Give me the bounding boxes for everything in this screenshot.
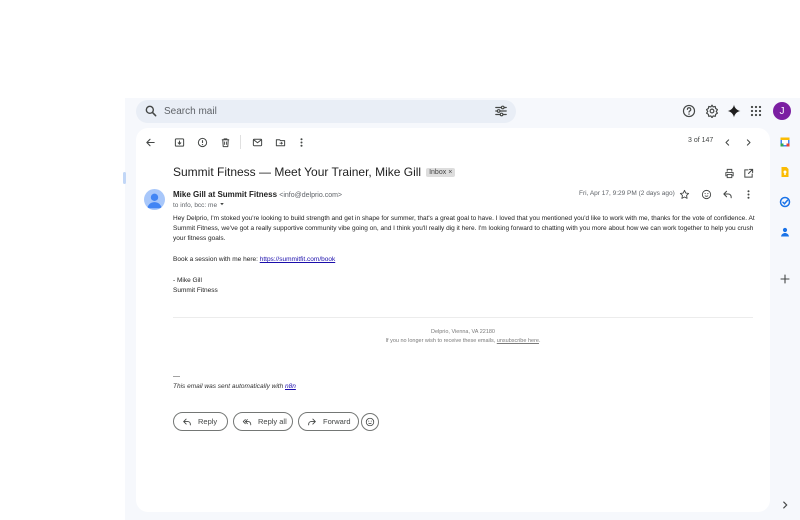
sender-name[interactable]: Mike Gill at Summit Fitness: [173, 190, 277, 199]
expand-panel-chevron-icon[interactable]: [780, 500, 790, 510]
message-more-icon[interactable]: [741, 187, 755, 201]
contacts-icon[interactable]: [779, 226, 791, 238]
toolbar-divider: [240, 135, 241, 149]
add-addon-plus-icon[interactable]: [779, 273, 791, 285]
signature: - Mike Gill Summit Fitness: [173, 276, 755, 296]
apps-grid-icon[interactable]: [748, 103, 764, 119]
more-options-icon[interactable]: [294, 135, 308, 149]
search-input[interactable]: [164, 103, 484, 120]
email-subject: Summit Fitness — Meet Your Trainer, Mike…: [173, 165, 456, 179]
remove-label-icon[interactable]: ×: [448, 169, 452, 176]
forward-button[interactable]: Forward: [298, 412, 359, 431]
sender-line: Mike Gill at Summit Fitness <info@delpri…: [173, 190, 342, 199]
print-icon[interactable]: [722, 166, 736, 180]
reply-button-icon: [183, 418, 191, 425]
move-to-folder-icon[interactable]: [273, 135, 287, 149]
signature-separator: —: [173, 373, 180, 380]
report-spam-icon[interactable]: [195, 135, 209, 149]
reply-button[interactable]: Reply: [173, 412, 228, 431]
star-icon[interactable]: [677, 187, 691, 201]
mark-unread-icon[interactable]: [250, 135, 264, 149]
signature-name: - Mike Gill: [173, 276, 202, 284]
search-bar[interactable]: [136, 100, 516, 123]
search-icon[interactable]: [144, 104, 158, 118]
reply-all-button[interactable]: Reply all: [233, 412, 293, 431]
pagination-count: 3 of 147: [688, 137, 714, 144]
body-paragraph: Hey Delprio, I'm stoked you're looking t…: [173, 215, 755, 243]
recipients-text: to info, bcc: me: [173, 202, 218, 209]
inbox-label-badge[interactable]: Inbox ×: [426, 168, 456, 177]
email-view: 3 of 147 Summit Fitness — Meet Your Trai…: [136, 128, 770, 512]
left-edge-indicator: [123, 172, 126, 184]
search-options-icon[interactable]: [494, 104, 508, 118]
forward-icon: [308, 418, 316, 425]
add-reaction-icon[interactable]: [699, 187, 713, 201]
booking-line: Book a session with me here: https://sum…: [173, 255, 755, 265]
forward-button-label: Forward: [323, 417, 351, 426]
email-date: Fri, Apr 17, 9:29 PM (2 days ago): [579, 190, 675, 197]
gemini-sparkle-icon[interactable]: [726, 103, 742, 119]
sender-avatar[interactable]: [144, 189, 165, 210]
older-chevron-icon[interactable]: [741, 135, 755, 149]
unsubscribe-prefix: If you no longer wish to receive these e…: [385, 338, 497, 344]
sender-email: <info@delprio.com>: [279, 192, 343, 199]
subject-text: Summit Fitness — Meet Your Trainer, Mike…: [173, 165, 422, 179]
inbox-label-text: Inbox: [429, 169, 447, 176]
footer-divider: [173, 317, 753, 318]
recipients-dropdown-icon[interactable]: [219, 201, 225, 207]
reply-button-label: Reply: [198, 417, 218, 426]
reply-all-icon: [242, 418, 252, 425]
automation-note: This email was sent automatically with n…: [173, 383, 296, 390]
back-arrow-icon[interactable]: [143, 135, 157, 149]
tasks-icon[interactable]: [779, 196, 791, 208]
account-avatar[interactable]: J: [773, 102, 791, 120]
delete-trash-icon[interactable]: [218, 135, 232, 149]
settings-gear-icon[interactable]: [704, 103, 720, 119]
archive-icon[interactable]: [172, 135, 186, 149]
keep-icon[interactable]: [779, 166, 791, 178]
automation-note-prefix: This email was sent automatically with: [173, 383, 285, 390]
unsubscribe-suffix: .: [538, 338, 541, 344]
footer-address: Delprio, Vienna, VA 22180: [430, 329, 495, 335]
emoji-icon: [365, 417, 375, 427]
top-blank-area: [0, 0, 800, 98]
newer-chevron-icon[interactable]: [720, 135, 734, 149]
booking-link[interactable]: https://summitfit.com/book: [260, 256, 336, 263]
recipients-line[interactable]: to info, bcc: me: [173, 201, 225, 209]
unsubscribe-link[interactable]: unsubscribe here: [497, 338, 539, 344]
help-icon[interactable]: [681, 103, 697, 119]
footer-unsubscribe-line: If you no longer wish to receive these e…: [136, 338, 790, 344]
reply-all-button-label: Reply all: [258, 417, 287, 426]
calendar-icon[interactable]: [779, 136, 791, 148]
reply-icon[interactable]: [720, 187, 734, 201]
email-body: Hey Delprio, I'm stoked you're looking t…: [173, 214, 755, 307]
open-in-new-window-icon[interactable]: [741, 166, 755, 180]
booking-prefix: Book a session with me here:: [173, 256, 260, 264]
emoji-reaction-button[interactable]: [361, 413, 379, 431]
n8n-link[interactable]: n8n: [285, 383, 296, 390]
signature-company: Summit Fitness: [173, 287, 218, 295]
gmail-window: J 3 of 147: [0, 0, 800, 520]
